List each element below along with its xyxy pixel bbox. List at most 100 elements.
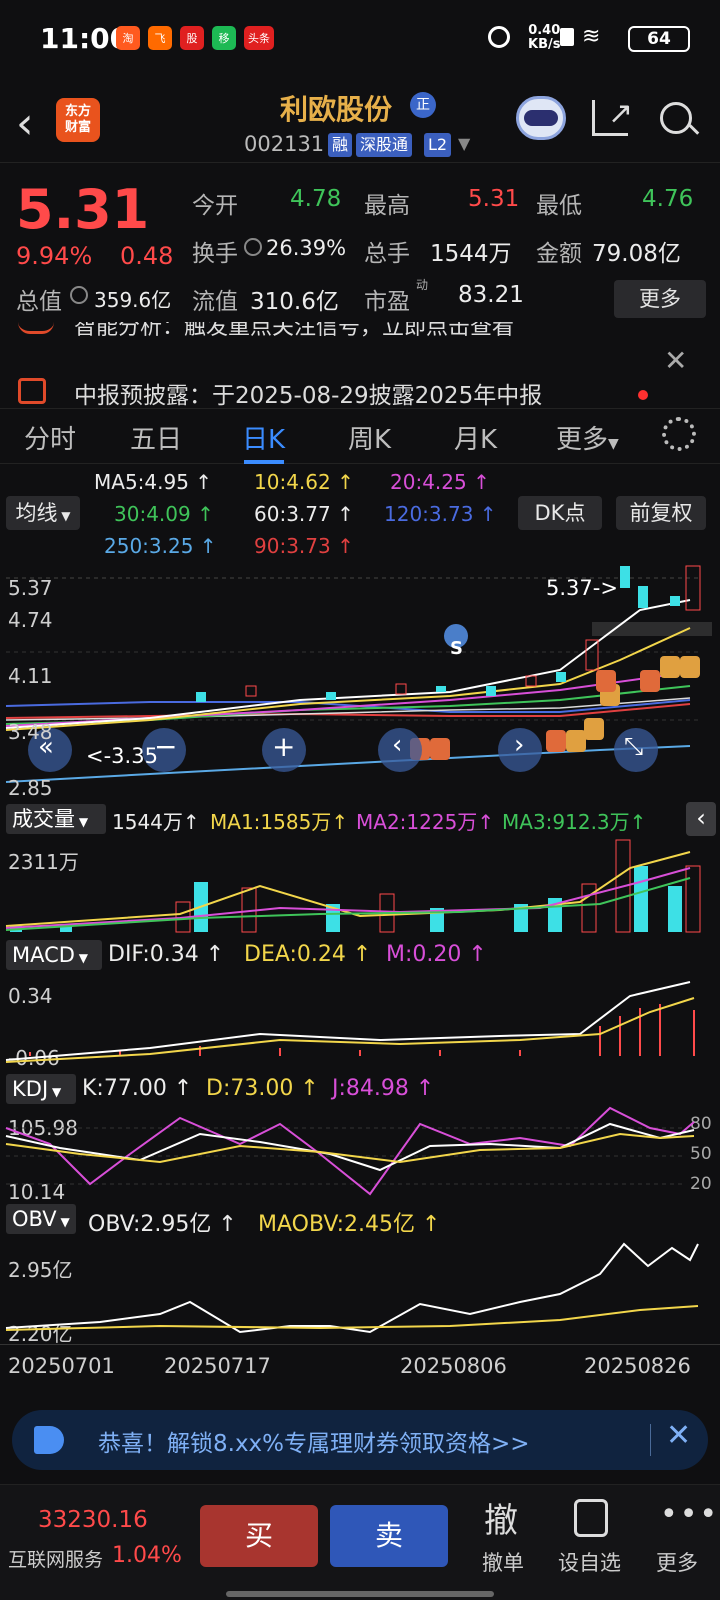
date-label-1: 20250701: [8, 1354, 115, 1378]
buy-button[interactable]: 买: [200, 1505, 318, 1567]
ma20-label: 20:4.25 ↑: [390, 470, 490, 494]
code-dropdown-icon[interactable]: ▼: [458, 134, 470, 153]
date-axis-line: [0, 1344, 720, 1345]
add-watchlist-icon[interactable]: [574, 1499, 608, 1537]
volume-ma3-text: MA3:912.3万: [502, 810, 630, 834]
sector-index-value[interactable]: 33230.16: [38, 1507, 148, 1533]
tab-monthly-k[interactable]: 月K: [454, 419, 497, 456]
robot-visor: [524, 110, 558, 126]
collapse-panel-icon[interactable]: ‹: [686, 802, 716, 836]
candle: [326, 692, 336, 700]
market-cap-value: 359.6亿: [94, 288, 172, 312]
float-cap-value: 310.6亿: [250, 289, 339, 315]
volume-ma3: MA3:912.3万↑: [502, 810, 647, 834]
t-signal-3: [680, 656, 700, 678]
maobv-value: MAOBV:2.45亿 ↑: [258, 1212, 441, 1237]
candle: [245, 685, 257, 697]
candle: [685, 565, 701, 611]
macd-indicator-selector[interactable]: MACD ▼: [6, 940, 102, 970]
tab-intraday[interactable]: 分时: [24, 419, 76, 456]
plus-icon[interactable]: +: [272, 730, 295, 763]
banner-divider: [650, 1424, 651, 1456]
banner-close-icon[interactable]: ✕: [666, 1418, 691, 1453]
stock-name: 利欧股份: [280, 93, 393, 126]
price-axis-4: 3.48: [8, 720, 53, 744]
volume-bar: [581, 883, 597, 933]
notification-icons: 淘 飞 股 移 头条: [116, 26, 274, 50]
battery-icon: 64: [628, 26, 690, 52]
search-icon[interactable]: [660, 102, 692, 134]
pe-label: 市盈: [364, 289, 410, 315]
ma10-label: 10:4.62 ↑: [254, 470, 354, 494]
obv-indicator-selector[interactable]: OBV ▼: [6, 1204, 76, 1234]
back-arrow-icon[interactable]: ‹: [16, 98, 34, 149]
obv-selector-label: OBV: [12, 1207, 57, 1231]
ma120-label: 120:3.73 ↑: [384, 502, 497, 526]
candle: [395, 683, 407, 695]
candle: [436, 686, 446, 692]
dk-point-button[interactable]: DK点: [518, 496, 602, 530]
candle: [486, 686, 496, 696]
divider: [0, 162, 720, 163]
volume-caret-icon: ▼: [75, 815, 89, 829]
ma-caret-icon: ▼: [57, 509, 71, 523]
tab-five-day[interactable]: 五日: [130, 419, 182, 456]
tab-more-label: 更多: [556, 425, 609, 455]
chevron-left-icon[interactable]: ‹: [392, 730, 402, 760]
kdj-d: D:73.00 ↑: [206, 1076, 319, 1101]
candle: [556, 672, 566, 682]
promo-banner[interactable]: 恭喜！解锁8.xx%专属理财券领取资格>> ✕: [12, 1410, 708, 1470]
turnover-value: 26.39%: [266, 236, 347, 260]
tab-daily-k[interactable]: 日K: [242, 419, 285, 456]
info-icon[interactable]: [244, 238, 262, 256]
change-amount: 0.48: [120, 242, 174, 270]
macd-selector-label: MACD: [12, 943, 75, 967]
level2-tag: L2: [424, 133, 452, 157]
add-watchlist-label[interactable]: 设自选: [558, 1547, 621, 1577]
chevron-right-icon[interactable]: ›: [514, 730, 524, 760]
megaphone-icon: [34, 1426, 64, 1454]
notice-report-disclosure[interactable]: 中报预披露：于2025-08-29披露2025年中报: [74, 376, 542, 410]
maobv-value-text: MAOBV:2.45亿: [258, 1212, 416, 1237]
macd-m: M:0.20 ↑: [386, 942, 487, 967]
info-icon-2[interactable]: [70, 286, 88, 304]
more-label[interactable]: 更多: [656, 1547, 698, 1577]
expand-icon[interactable]: ⤡: [624, 732, 643, 760]
kdj-indicator-selector[interactable]: KDJ ▼: [6, 1074, 76, 1104]
ma5-text: MA5:4.95: [94, 470, 189, 494]
gear-icon[interactable]: [662, 417, 696, 451]
notice-smart-analysis[interactable]: 智能分析：触发重点关注信号，立即点击查看: [74, 322, 514, 340]
ma-selector[interactable]: 均线 ▼: [6, 496, 80, 530]
b-signal-3: [546, 730, 566, 752]
macd-histogram: [29, 1004, 695, 1056]
kdj-selector-label: KDJ: [12, 1077, 49, 1101]
change-percent: 9.94%: [16, 242, 93, 270]
pe-dynamic-mark: 动: [416, 278, 429, 292]
tab-weekly-k[interactable]: 周K: [348, 419, 391, 456]
adjust-button[interactable]: 前复权: [616, 496, 706, 530]
kdj-k: K:77.00 ↑: [82, 1076, 193, 1101]
volume-indicator-selector[interactable]: 成交量 ▼: [6, 804, 106, 834]
more-quote-button[interactable]: 更多: [614, 280, 706, 318]
maobv-line: [5, 1305, 699, 1331]
unread-dot: [638, 390, 648, 400]
volume-chart: [5, 839, 701, 933]
speed-unit: KB/s: [528, 37, 561, 52]
volume-bar: [668, 886, 682, 932]
cancel-order-label[interactable]: 撤单: [482, 1547, 524, 1577]
cancel-order-icon[interactable]: 撤: [484, 1493, 518, 1542]
more-dots-icon[interactable]: •••: [660, 1497, 719, 1532]
float-cap-label: 流值: [192, 289, 238, 315]
volume-selector-label: 成交量: [12, 807, 75, 831]
sell-signal-label: S: [450, 638, 463, 659]
stock-app-icon: 股: [180, 26, 204, 50]
sector-change: 1.04%: [112, 1543, 182, 1568]
tab-more[interactable]: 更多▼: [556, 419, 619, 456]
candle: [620, 566, 630, 588]
candle: [638, 586, 648, 608]
sell-button[interactable]: 卖: [330, 1505, 448, 1567]
sector-name[interactable]: 互联网服务: [8, 1545, 103, 1572]
close-icon[interactable]: ✕: [664, 344, 687, 377]
kline-highlight-band: [592, 622, 712, 636]
mobile-icon: 移: [212, 26, 236, 50]
